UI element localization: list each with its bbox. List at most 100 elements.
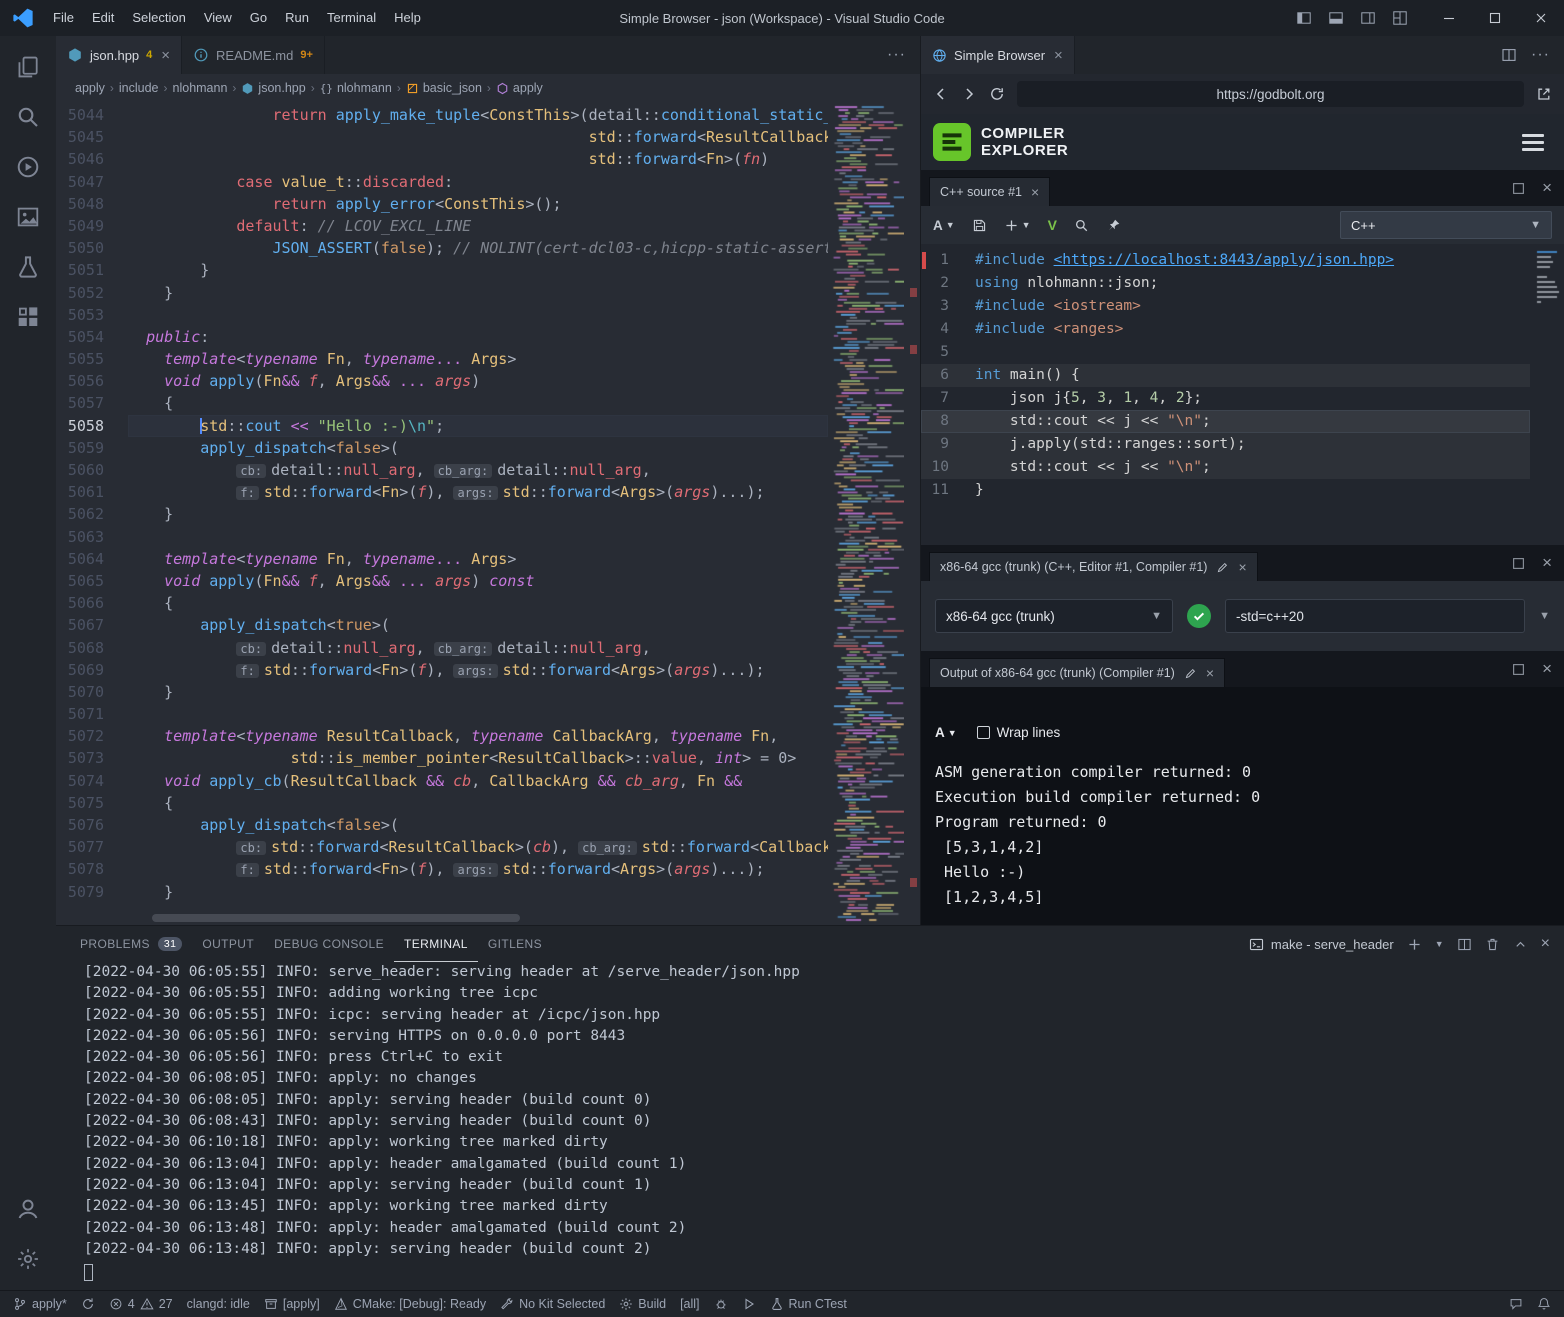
terminal-dropdown-icon[interactable]: ▼ <box>1435 939 1444 949</box>
activity-extensions[interactable] <box>4 292 52 342</box>
tab-readme.md[interactable]: README.md9+ <box>182 36 325 74</box>
activity-frame[interactable] <box>4 192 52 242</box>
menu-help[interactable]: Help <box>385 0 430 36</box>
panel-tab-problems[interactable]: PROBLEMS31 <box>70 926 192 962</box>
horizontal-scrollbar[interactable] <box>152 914 520 922</box>
more-actions-icon[interactable]: ··· <box>1531 46 1550 64</box>
status-cmake-status[interactable]: CMake: [Debug]: Ready <box>327 1291 493 1317</box>
menu-run[interactable]: Run <box>276 0 318 36</box>
forward-icon[interactable] <box>961 86 977 102</box>
breadcrumb-item-include[interactable]: include <box>118 81 160 95</box>
breadcrumb-item-nlohmann[interactable]: {}nlohmann <box>319 81 393 95</box>
status-clangd-status[interactable]: clangd: idle <box>180 1291 257 1317</box>
maximize-button[interactable] <box>1472 0 1518 36</box>
panel-tab-gitlens[interactable]: GITLENS <box>478 926 552 962</box>
activity-gear[interactable] <box>4 1234 52 1284</box>
zoom-icon[interactable] <box>1074 218 1089 233</box>
rename-pane-icon[interactable] <box>1216 561 1229 574</box>
close-pane-icon[interactable]: × <box>1206 665 1214 681</box>
status-problems[interactable]: 427 <box>102 1291 180 1317</box>
activity-debug[interactable] <box>4 142 52 192</box>
vim-toggle[interactable]: V <box>1048 217 1057 233</box>
source-pane-tab[interactable]: C++ source #1 × <box>929 177 1050 206</box>
activity-account[interactable] <box>4 1184 52 1234</box>
close-window-button[interactable] <box>1518 0 1564 36</box>
maximize-panel-icon[interactable] <box>1513 937 1528 952</box>
font-size-button[interactable]: A▼ <box>935 725 957 740</box>
compiler-options-input[interactable]: -std=c++20 <box>1225 599 1525 633</box>
ce-source-editor[interactable]: 1#include <https://localhost:8443/apply/… <box>921 244 1564 545</box>
maximize-pane-icon[interactable] <box>1511 181 1526 196</box>
close-tab-icon[interactable]: × <box>1054 47 1063 64</box>
ce-minimap[interactable] <box>1535 248 1561 398</box>
terminal-output[interactable]: [2022-04-30 06:05:55] INFO: serve_header… <box>84 962 1556 1286</box>
menu-terminal[interactable]: Terminal <box>318 0 385 36</box>
toggle-sidebar-icon[interactable] <box>1296 10 1312 26</box>
kill-terminal-icon[interactable] <box>1485 937 1500 952</box>
status-cmake-project[interactable]: [apply] <box>257 1291 327 1317</box>
menu-view[interactable]: View <box>195 0 241 36</box>
toggle-panel-icon[interactable] <box>1328 10 1344 26</box>
close-pane-icon[interactable]: × <box>1238 559 1246 575</box>
pin-icon[interactable] <box>1106 218 1121 233</box>
back-icon[interactable] <box>933 86 949 102</box>
compiler-pane-tab[interactable]: x86-64 gcc (trunk) (C++, Editor #1, Comp… <box>929 552 1258 581</box>
breadcrumb-item-basic_json[interactable]: basic_json <box>405 81 483 95</box>
split-terminal-icon[interactable] <box>1457 937 1472 952</box>
font-size-button[interactable]: A▼ <box>933 218 955 233</box>
status-launch[interactable] <box>735 1291 763 1317</box>
status-cmake-target[interactable]: [all] <box>673 1291 706 1317</box>
close-tab-icon[interactable]: × <box>161 47 170 64</box>
close-pane-icon[interactable]: × <box>1031 184 1039 200</box>
status-sync[interactable] <box>74 1291 102 1317</box>
maximize-pane-icon[interactable] <box>1511 662 1526 677</box>
panel-tab-debug-console[interactable]: DEBUG CONSOLE <box>264 926 394 962</box>
open-external-icon[interactable] <box>1536 86 1552 102</box>
close-pane-icon[interactable]: × <box>1542 178 1552 198</box>
breadcrumb-item-nlohmann[interactable]: nlohmann <box>172 81 229 95</box>
editor-actions[interactable]: ··· <box>887 36 920 74</box>
output-pane-tab[interactable]: Output of x86-64 gcc (trunk) (Compiler #… <box>929 658 1225 687</box>
hamburger-menu-icon[interactable] <box>1514 126 1552 159</box>
close-pane-icon[interactable]: × <box>1542 553 1552 573</box>
options-dropdown-icon[interactable]: ▼ <box>1539 610 1550 622</box>
terminal-selector[interactable]: make - serve_header <box>1249 937 1394 952</box>
add-pane-button[interactable]: ▼ <box>1004 218 1031 233</box>
language-select[interactable]: C++ ▼ <box>1340 211 1552 239</box>
new-terminal-icon[interactable] <box>1407 937 1422 952</box>
wrap-lines-checkbox[interactable]: Wrap lines <box>977 725 1061 740</box>
rename-pane-icon[interactable] <box>1184 667 1197 680</box>
toggle-secondary-sidebar-icon[interactable] <box>1360 10 1376 26</box>
status-cmake-kit[interactable]: No Kit Selected <box>493 1291 612 1317</box>
breadcrumb-item-apply[interactable]: apply <box>495 81 544 95</box>
compiler-select[interactable]: x86-64 gcc (trunk) ▼ <box>935 599 1173 633</box>
save-icon[interactable] <box>972 218 987 233</box>
menu-file[interactable]: File <box>44 0 83 36</box>
menu-edit[interactable]: Edit <box>83 0 123 36</box>
tab-json.hpp[interactable]: json.hpp4× <box>56 36 182 74</box>
close-pane-icon[interactable]: × <box>1542 659 1552 679</box>
split-editor-icon[interactable] <box>1501 47 1517 63</box>
status-feedback[interactable] <box>1502 1291 1530 1317</box>
maximize-pane-icon[interactable] <box>1511 556 1526 571</box>
url-input[interactable]: https://godbolt.org <box>1017 81 1524 107</box>
status-git-branch[interactable]: apply* <box>6 1291 74 1317</box>
minimap[interactable] <box>830 102 904 925</box>
customize-layout-icon[interactable] <box>1392 10 1408 26</box>
code-editor[interactable]: 5044 return apply_make_tuple<ConstThis>(… <box>56 102 920 925</box>
reload-icon[interactable] <box>989 86 1005 102</box>
panel-tab-output[interactable]: OUTPUT <box>192 926 264 962</box>
tab-simple-browser[interactable]: Simple Browser × <box>921 36 1075 74</box>
activity-search[interactable] <box>4 92 52 142</box>
breadcrumb-item-apply[interactable]: apply <box>74 81 106 95</box>
status-debug-select[interactable] <box>707 1291 735 1317</box>
activity-files[interactable] <box>4 42 52 92</box>
panel-tab-terminal[interactable]: TERMINAL <box>394 926 478 962</box>
minimize-button[interactable] <box>1426 0 1472 36</box>
status-cmake-build[interactable]: Build <box>612 1291 673 1317</box>
status-notifications[interactable] <box>1530 1291 1558 1317</box>
breadcrumb-item-jsonhpp[interactable]: json.hpp <box>240 81 306 95</box>
menu-go[interactable]: Go <box>241 0 276 36</box>
menu-selection[interactable]: Selection <box>123 0 194 36</box>
activity-beaker[interactable] <box>4 242 52 292</box>
